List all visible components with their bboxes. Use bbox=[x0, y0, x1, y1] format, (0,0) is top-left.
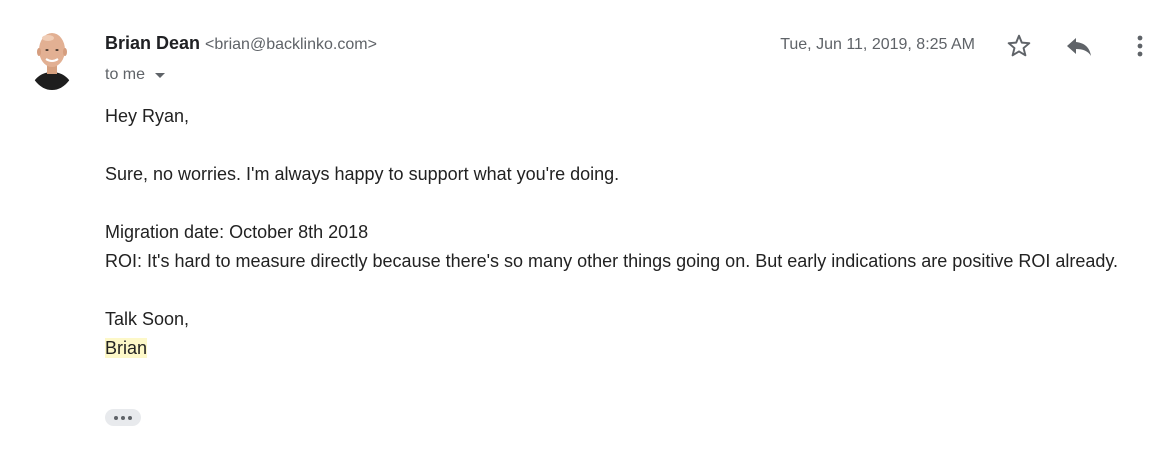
reply-button[interactable] bbox=[1063, 30, 1095, 62]
sender-email: <brian@backlinko.com> bbox=[205, 36, 377, 53]
sender-header: Brian Dean <brian@backlinko.com> bbox=[105, 33, 377, 57]
email-body: Hey Ryan, Sure, no worries. I'm always h… bbox=[105, 102, 1155, 363]
body-signature: Brian bbox=[105, 334, 1155, 363]
star-outline-icon bbox=[1007, 34, 1031, 57]
body-greeting: Hey Ryan, bbox=[105, 106, 190, 126]
body-line: ROI: It's hard to measure directly becau… bbox=[105, 251, 1119, 271]
body-line: Sure, no worries. I'm always happy to su… bbox=[105, 164, 620, 184]
email-date: Tue, Jun 11, 2019, 8:25 AM bbox=[780, 36, 975, 53]
more-vert-icon bbox=[1137, 35, 1143, 57]
show-trimmed-content-icon bbox=[114, 415, 118, 420]
recipient-details-toggle[interactable]: to me bbox=[105, 64, 166, 86]
body-line: Migration date: October 8th 2018 bbox=[105, 222, 369, 242]
star-button[interactable] bbox=[1003, 30, 1035, 62]
sender-name[interactable]: Brian Dean bbox=[105, 33, 200, 54]
signature-name: Brian bbox=[105, 338, 148, 358]
caret-down-icon[interactable] bbox=[155, 73, 166, 78]
avatar bbox=[28, 26, 76, 90]
body-signoff: Talk Soon, bbox=[105, 309, 190, 329]
reply-icon bbox=[1067, 38, 1091, 56]
more-options-button[interactable] bbox=[1124, 30, 1156, 62]
recipient-label: to me bbox=[105, 66, 146, 83]
show-trimmed-content-button[interactable] bbox=[105, 409, 141, 426]
